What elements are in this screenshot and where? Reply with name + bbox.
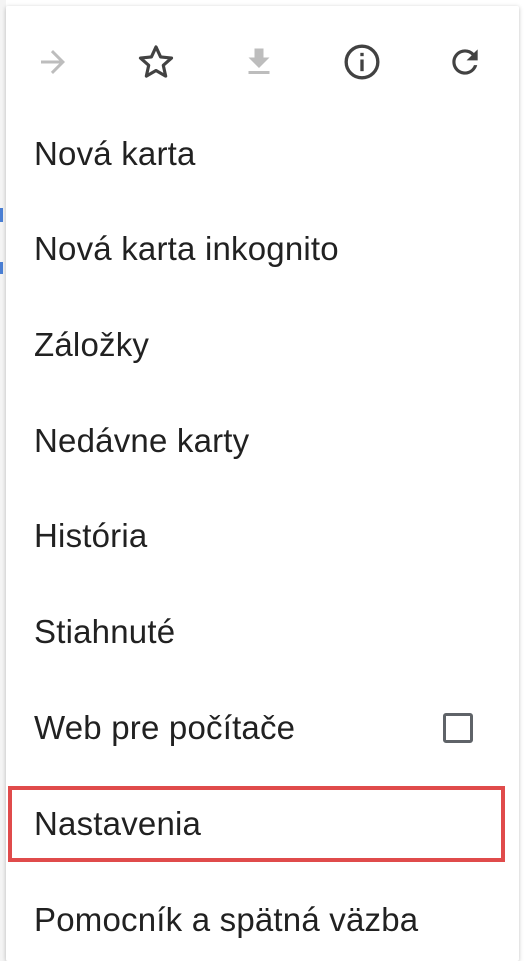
menu-item-help-feedback[interactable]: Pomocník a spätná väzba: [6, 872, 519, 961]
background-page-mark: [0, 262, 3, 274]
menu-item-recent-tabs[interactable]: Nedávne karty: [6, 393, 519, 489]
star-icon: [138, 45, 174, 78]
menu-item-new-tab[interactable]: Nová karta: [6, 106, 519, 202]
reload-button[interactable]: [439, 36, 491, 88]
menu-item-label: Stiahnuté: [34, 613, 176, 650]
background-page-mark: [0, 208, 3, 222]
menu-item-label: Pomocník a spätná väzba: [34, 901, 419, 938]
menu-toolbar: [6, 24, 519, 100]
menu-item-label: Web pre počítače: [34, 709, 296, 746]
reload-icon: [452, 49, 478, 75]
download-button[interactable]: [233, 36, 285, 88]
page-info-button[interactable]: [336, 36, 388, 88]
menu-item-label: História: [34, 517, 148, 554]
menu-item-label: Nová karta inkognito: [34, 230, 339, 267]
app-menu-screen: Nová karta Nová karta inkognito Záložky …: [0, 0, 525, 961]
forward-button[interactable]: [27, 36, 79, 88]
menu-item-downloads[interactable]: Stiahnuté: [6, 584, 519, 680]
desktop-site-checkbox[interactable]: [443, 713, 473, 743]
menu-item-label: Záložky: [34, 326, 150, 363]
forward-arrow-icon: [41, 50, 65, 74]
menu-item-desktop-site[interactable]: Web pre počítače: [6, 680, 519, 776]
menu-item-history[interactable]: História: [6, 488, 519, 584]
download-icon: [248, 48, 270, 74]
menu-item-label: Nedávne karty: [34, 422, 250, 459]
menu-item-new-incognito-tab[interactable]: Nová karta inkognito: [6, 201, 519, 297]
overflow-menu: Nová karta Nová karta inkognito Záložky …: [6, 6, 519, 961]
info-icon: [344, 44, 380, 80]
menu-item-label: Nastavenia: [34, 805, 202, 842]
menu-item-label: Nová karta: [34, 135, 196, 172]
menu-item-settings[interactable]: Nastavenia: [6, 776, 519, 872]
bookmark-button[interactable]: [130, 36, 182, 88]
menu-item-bookmarks[interactable]: Záložky: [6, 297, 519, 393]
